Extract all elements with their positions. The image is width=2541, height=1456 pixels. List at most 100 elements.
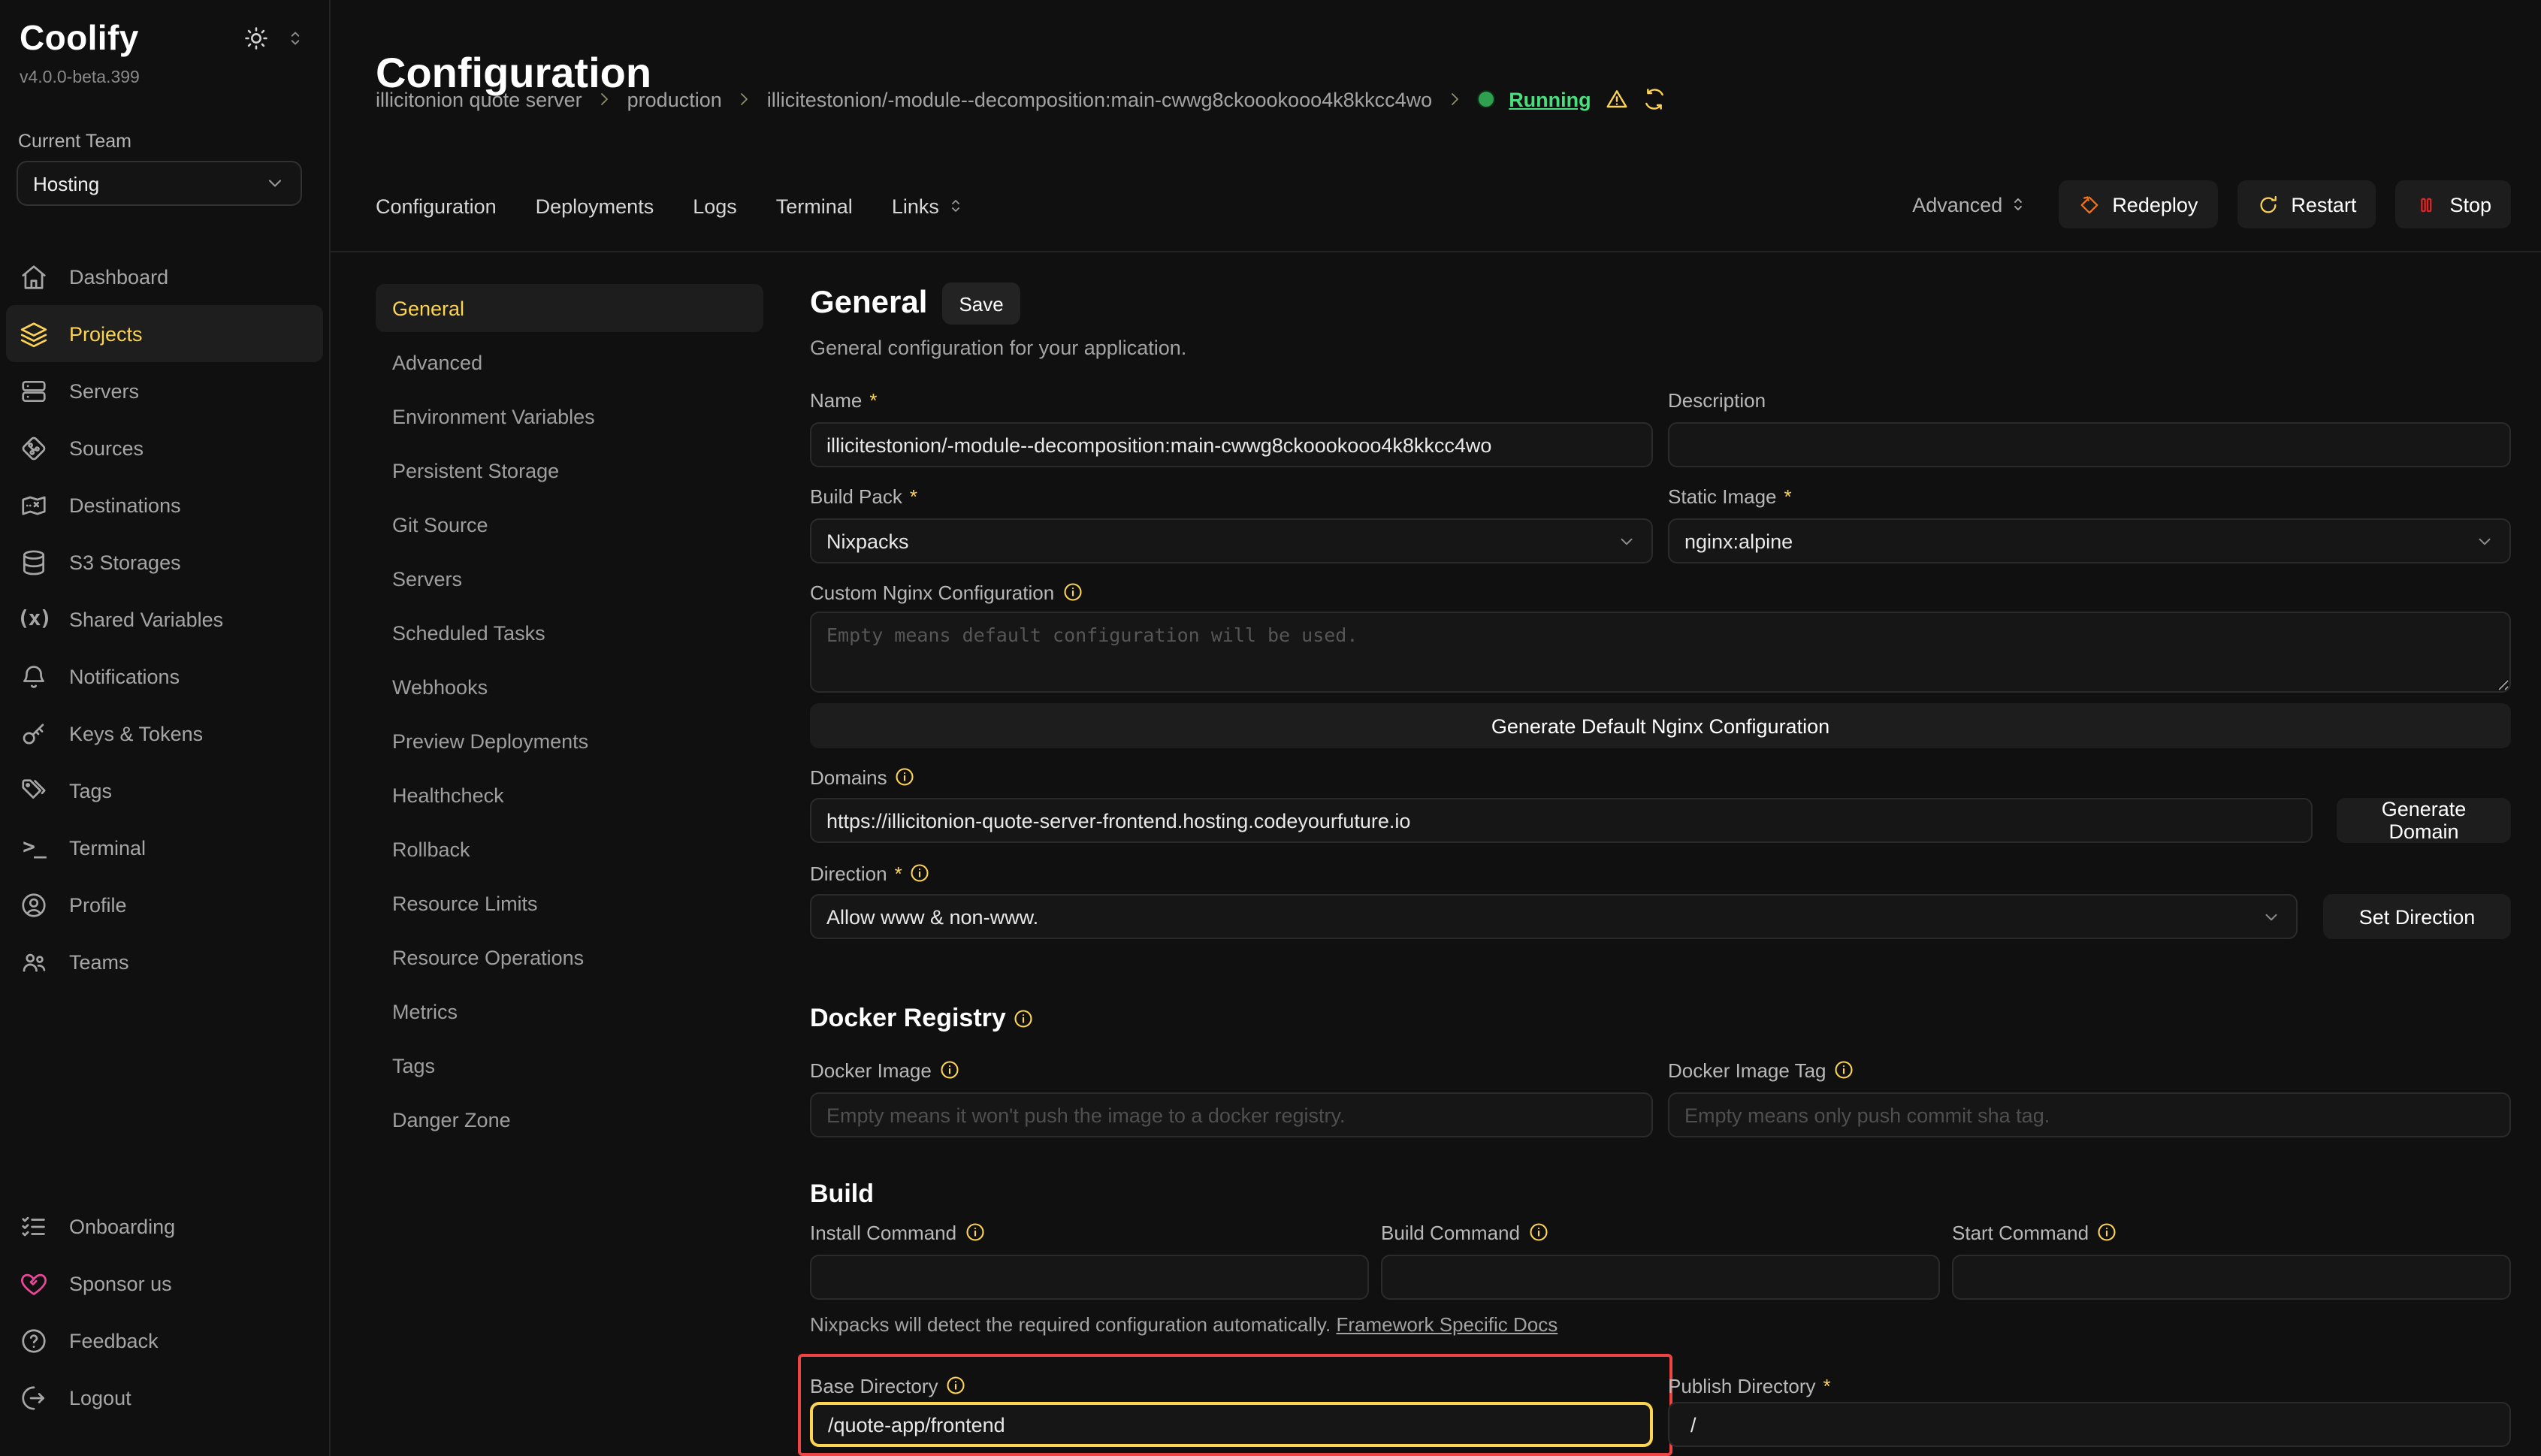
sidebar-item-sponsor[interactable]: Sponsor us bbox=[6, 1255, 323, 1312]
subnav-item-rollback[interactable]: Rollback bbox=[376, 825, 763, 873]
sidebar-nav: Dashboard Projects Servers Sources Desti… bbox=[6, 248, 323, 990]
sidebar-item-sources[interactable]: Sources bbox=[6, 419, 323, 476]
domains-input[interactable] bbox=[810, 798, 2313, 843]
chevron-right-icon bbox=[736, 90, 754, 108]
sidebar-item-logout[interactable]: Logout bbox=[6, 1369, 323, 1426]
current-team-label: Current Team bbox=[18, 131, 131, 152]
set-direction-button[interactable]: Set Direction bbox=[2323, 894, 2511, 939]
sidebar-item-tags[interactable]: Tags bbox=[6, 762, 323, 819]
sidebar-item-onboarding[interactable]: Onboarding bbox=[6, 1198, 323, 1255]
publish-directory-label: Publish Directory* bbox=[1668, 1373, 2511, 1397]
subnav-item-persistent-storage[interactable]: Persistent Storage bbox=[376, 446, 763, 494]
docker-image-tag-label: Docker Image Tag bbox=[1668, 1058, 2511, 1082]
map-icon bbox=[20, 491, 48, 519]
direction-select[interactable]: Allow www & non-www. bbox=[810, 894, 2298, 939]
name-input[interactable] bbox=[810, 422, 1653, 467]
subnav-item-preview-deployments[interactable]: Preview Deployments bbox=[376, 717, 763, 765]
subnav-item-advanced[interactable]: Advanced bbox=[376, 338, 763, 386]
subnav-item-servers[interactable]: Servers bbox=[376, 554, 763, 603]
start-command-input[interactable] bbox=[1952, 1255, 2511, 1300]
info-icon bbox=[964, 1222, 985, 1243]
sidebar-item-feedback[interactable]: Feedback bbox=[6, 1312, 323, 1369]
section-heading-general: General bbox=[810, 285, 927, 322]
breadcrumb-project[interactable]: illicitonion quote server bbox=[376, 88, 582, 110]
base-directory-label: Base Directory bbox=[810, 1373, 1653, 1397]
generate-nginx-button[interactable]: Generate Default Nginx Configuration bbox=[810, 703, 2511, 748]
sidebar-item-notifications[interactable]: Notifications bbox=[6, 648, 323, 705]
build-command-label: Build Command bbox=[1381, 1220, 1940, 1244]
tab-logs[interactable]: Logs bbox=[693, 195, 737, 217]
subnav-item-general[interactable]: General bbox=[376, 284, 763, 332]
theme-select-chevrons-icon[interactable] bbox=[286, 29, 305, 48]
sidebar-item-dashboard[interactable]: Dashboard bbox=[6, 248, 323, 305]
nixpacks-note: Nixpacks will detect the required config… bbox=[810, 1313, 1558, 1336]
app-window: Coolify v4.0.0-beta.399 Current Team Hos… bbox=[0, 0, 2541, 1456]
subnav-item-danger-zone[interactable]: Danger Zone bbox=[376, 1095, 763, 1143]
general-form: General Save General configuration for y… bbox=[810, 0, 2511, 1456]
section-subtitle: General configuration for your applicati… bbox=[810, 337, 1186, 359]
docker-image-tag-input[interactable] bbox=[1668, 1092, 2511, 1137]
framework-docs-link[interactable]: Framework Specific Docs bbox=[1336, 1313, 1558, 1336]
chevron-right-icon bbox=[596, 90, 614, 108]
docker-image-input[interactable] bbox=[810, 1092, 1653, 1137]
subnav-item-scheduled-tasks[interactable]: Scheduled Tasks bbox=[376, 609, 763, 657]
sidebar-item-destinations[interactable]: Destinations bbox=[6, 476, 323, 533]
info-icon bbox=[1834, 1059, 1855, 1080]
section-heading-docker-registry: Docker Registry bbox=[810, 1004, 1035, 1034]
subnav-item-healthcheck[interactable]: Healthcheck bbox=[376, 771, 763, 819]
info-icon bbox=[939, 1059, 960, 1080]
tab-deployments[interactable]: Deployments bbox=[536, 195, 654, 217]
layers-icon bbox=[20, 319, 48, 348]
info-icon bbox=[946, 1375, 967, 1396]
static-image-select[interactable]: nginx:alpine bbox=[1668, 518, 2511, 563]
direction-label: Direction* bbox=[810, 861, 931, 885]
terminal-icon: >_ bbox=[20, 835, 48, 859]
description-input[interactable] bbox=[1668, 422, 2511, 467]
database-icon bbox=[20, 548, 48, 576]
info-icon bbox=[2096, 1222, 2117, 1243]
sidebar-item-teams[interactable]: Teams bbox=[6, 933, 323, 990]
users-icon bbox=[20, 947, 48, 976]
subnav-item-git-source[interactable]: Git Source bbox=[376, 500, 763, 548]
build-pack-select[interactable]: Nixpacks bbox=[810, 518, 1653, 563]
user-circle-icon bbox=[20, 890, 48, 919]
chevron-down-icon bbox=[2262, 907, 2281, 926]
sidebar-item-terminal[interactable]: >_ Terminal bbox=[6, 819, 323, 876]
subnav-item-environment-variables[interactable]: Environment Variables bbox=[376, 392, 763, 440]
theme-toggle-sun-icon[interactable] bbox=[243, 26, 269, 51]
install-command-input[interactable] bbox=[810, 1255, 1369, 1300]
subnav-item-metrics[interactable]: Metrics bbox=[376, 987, 763, 1035]
build-pack-label: Build Pack* bbox=[810, 484, 1653, 508]
generate-domain-button[interactable]: Generate Domain bbox=[2337, 798, 2511, 843]
domains-label: Domains bbox=[810, 765, 916, 789]
save-button[interactable]: Save bbox=[942, 282, 1020, 325]
bell-icon bbox=[20, 662, 48, 690]
breadcrumb-environment[interactable]: production bbox=[627, 88, 722, 110]
subnav-item-resource-operations[interactable]: Resource Operations bbox=[376, 933, 763, 981]
subnav-item-webhooks[interactable]: Webhooks bbox=[376, 663, 763, 711]
team-select[interactable]: Hosting bbox=[17, 161, 302, 206]
publish-directory-input[interactable] bbox=[1668, 1402, 2511, 1447]
base-directory-input[interactable] bbox=[810, 1402, 1653, 1447]
home-icon bbox=[20, 262, 48, 291]
sidebar-item-keys-tokens[interactable]: Keys & Tokens bbox=[6, 705, 323, 762]
info-icon bbox=[1527, 1222, 1548, 1243]
description-label: Description bbox=[1668, 388, 2511, 412]
sidebar: Coolify v4.0.0-beta.399 Current Team Hos… bbox=[0, 0, 331, 1456]
chevron-down-icon bbox=[264, 173, 286, 194]
sidebar-item-projects[interactable]: Projects bbox=[6, 305, 323, 362]
subnav-item-tags[interactable]: Tags bbox=[376, 1041, 763, 1089]
app-logo: Coolify bbox=[20, 18, 139, 59]
tab-configuration[interactable]: Configuration bbox=[376, 195, 497, 217]
subnav-item-resource-limits[interactable]: Resource Limits bbox=[376, 879, 763, 927]
sidebar-item-s3-storages[interactable]: S3 Storages bbox=[6, 533, 323, 591]
custom-nginx-textarea[interactable] bbox=[810, 612, 2511, 693]
sidebar-item-shared-variables[interactable]: (x) Shared Variables bbox=[6, 591, 323, 648]
docker-image-label: Docker Image bbox=[810, 1058, 1653, 1082]
build-command-input[interactable] bbox=[1381, 1255, 1940, 1300]
git-source-icon bbox=[20, 433, 48, 462]
sidebar-item-profile[interactable]: Profile bbox=[6, 876, 323, 933]
sidebar-item-servers[interactable]: Servers bbox=[6, 362, 323, 419]
help-circle-icon bbox=[20, 1326, 48, 1355]
logout-icon bbox=[20, 1383, 48, 1412]
